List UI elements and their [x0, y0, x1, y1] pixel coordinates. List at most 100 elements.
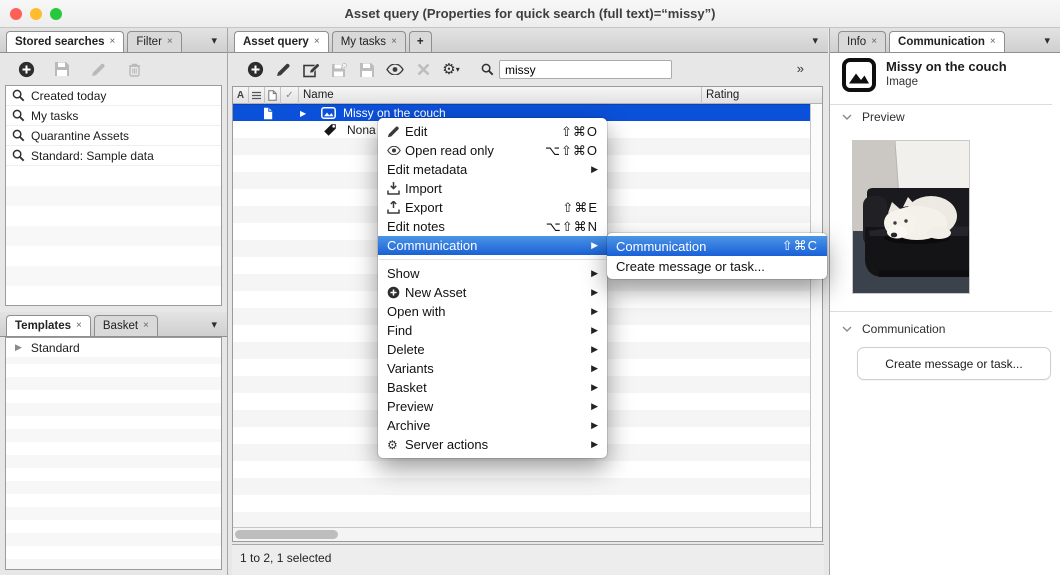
- view-button[interactable]: [383, 58, 407, 82]
- asset-preview-image[interactable]: [852, 140, 970, 294]
- tab-label: Filter: [136, 36, 162, 48]
- tab-filter[interactable]: Filter ×: [127, 31, 181, 52]
- tab-templates[interactable]: Templates ×: [6, 315, 91, 336]
- new-asset-button[interactable]: [243, 58, 267, 82]
- menu-item-edit[interactable]: Edit ⇧⌘O: [378, 122, 607, 141]
- menu-item-new-asset[interactable]: New Asset ▶: [378, 283, 607, 302]
- close-tab-icon[interactable]: ×: [871, 37, 877, 47]
- disclosure-triangle-icon[interactable]: ▶: [15, 342, 22, 353]
- zoom-window-button[interactable]: [50, 8, 62, 20]
- tab-info[interactable]: Info ×: [838, 31, 886, 52]
- trash-icon: [128, 62, 141, 77]
- menu-item-find[interactable]: Find ▶: [378, 321, 607, 340]
- menu-separator: [379, 259, 606, 260]
- delete-button[interactable]: [411, 58, 435, 82]
- menu-item-open-with[interactable]: Open with ▶: [378, 302, 607, 321]
- close-tab-icon[interactable]: ×: [143, 321, 149, 331]
- tag-icon: [323, 123, 337, 137]
- save-search-button[interactable]: [50, 57, 74, 81]
- close-tab-icon[interactable]: ×: [990, 37, 996, 47]
- menu-item-server-actions[interactable]: ⚙ Server actions ▶: [378, 435, 607, 454]
- add-search-button[interactable]: [14, 57, 38, 81]
- save-button[interactable]: [355, 58, 379, 82]
- column-checkmark-icon[interactable]: ✓: [281, 87, 299, 104]
- pencil-icon: [91, 62, 106, 77]
- plus-icon: +: [417, 36, 424, 48]
- search-icon: [12, 129, 25, 142]
- close-tab-icon[interactable]: ×: [110, 37, 116, 47]
- close-window-button[interactable]: [10, 8, 22, 20]
- new-tab-button[interactable]: +: [409, 31, 432, 52]
- submenu-item-create-message[interactable]: Create message or task...: [607, 256, 827, 276]
- menu-item-edit-metadata[interactable]: Edit metadata ▶: [378, 160, 607, 179]
- chevron-down-icon[interactable]: ▾: [211, 318, 217, 331]
- tab-communication[interactable]: Communication ×: [889, 31, 1005, 52]
- menu-item-delete[interactable]: Delete ▶: [378, 340, 607, 359]
- vertical-scrollbar[interactable]: [810, 104, 822, 527]
- menu-item-export[interactable]: Export ⇧⌘E: [378, 198, 607, 217]
- chevron-down-icon[interactable]: ▾: [1044, 34, 1050, 47]
- menu-item-variants[interactable]: Variants ▶: [378, 359, 607, 378]
- gear-icon: ⚙: [442, 62, 455, 77]
- preview-section-header[interactable]: Preview: [842, 110, 905, 124]
- menu-item-archive[interactable]: Archive ▶: [378, 416, 607, 435]
- edit-button[interactable]: [271, 58, 295, 82]
- divider: [830, 104, 1052, 105]
- actions-button[interactable]: ⚙▾: [439, 58, 463, 82]
- menu-item-communication[interactable]: Communication ▶: [378, 236, 607, 255]
- quick-search-input[interactable]: [499, 60, 672, 79]
- save-version-button[interactable]: [327, 58, 351, 82]
- stored-search-item[interactable]: Created today: [6, 86, 221, 106]
- close-tab-icon[interactable]: ×: [391, 37, 397, 47]
- chevron-down-icon[interactable]: ▾: [211, 34, 217, 47]
- app-window: Asset query (Properties for quick search…: [0, 0, 1060, 575]
- submenu-item-communication[interactable]: Communication ⇧⌘C: [607, 236, 827, 256]
- edit-metadata-button[interactable]: [299, 58, 323, 82]
- stored-search-item[interactable]: Quarantine Assets: [6, 126, 221, 146]
- column-name[interactable]: Name: [299, 89, 701, 101]
- create-message-button[interactable]: Create message or task...: [857, 347, 1051, 380]
- plus-circle-icon: [18, 61, 35, 78]
- menu-item-basket[interactable]: Basket ▶: [378, 378, 607, 397]
- divider: [830, 311, 1052, 312]
- quick-search: [481, 60, 672, 79]
- menu-item-show[interactable]: Show ▶: [378, 264, 607, 283]
- menu-item-import[interactable]: Import: [378, 179, 607, 198]
- minimize-window-button[interactable]: [30, 8, 42, 20]
- communication-section-header[interactable]: Communication: [842, 322, 945, 336]
- tab-asset-query[interactable]: Asset query ×: [234, 31, 329, 52]
- tab-label: My tasks: [341, 36, 386, 48]
- stored-search-item[interactable]: Standard: Sample data: [6, 146, 221, 166]
- delete-search-button[interactable]: [122, 57, 146, 81]
- search-icon: [481, 63, 494, 76]
- tab-label: Stored searches: [15, 36, 105, 48]
- column-list-icon[interactable]: [249, 87, 265, 104]
- status-bar: 1 to 2, 1 selected: [232, 544, 824, 575]
- expand-triangle-icon[interactable]: ▶: [300, 109, 306, 118]
- template-item[interactable]: ▶ Standard: [6, 338, 221, 357]
- submenu-arrow-icon: ▶: [591, 268, 598, 279]
- menu-item-open-read-only[interactable]: Open read only ⌥⇧⌘O: [378, 141, 607, 160]
- scrollbar-thumb[interactable]: [235, 530, 338, 539]
- edit-search-button[interactable]: [86, 57, 110, 81]
- close-tab-icon[interactable]: ×: [314, 37, 320, 47]
- tab-stored-searches[interactable]: Stored searches ×: [6, 31, 124, 52]
- titlebar: Asset query (Properties for quick search…: [0, 0, 1060, 28]
- menu-item-preview[interactable]: Preview ▶: [378, 397, 607, 416]
- column-annotation-icon[interactable]: A: [233, 87, 249, 104]
- column-document-icon[interactable]: [265, 87, 281, 104]
- chevron-down-icon[interactable]: ▾: [812, 34, 818, 47]
- menu-item-edit-notes[interactable]: Edit notes ⌥⇧⌘N: [378, 217, 607, 236]
- toolbar-overflow-chevron[interactable]: »: [797, 61, 804, 76]
- column-rating[interactable]: Rating: [701, 87, 822, 104]
- submenu-arrow-icon: ▶: [591, 439, 598, 450]
- stored-search-item[interactable]: My tasks: [6, 106, 221, 126]
- tab-label: Asset query: [243, 36, 309, 48]
- close-tab-icon[interactable]: ×: [167, 37, 173, 47]
- pencil-icon: [276, 62, 291, 77]
- dog-on-couch-photo: [853, 141, 969, 293]
- close-tab-icon[interactable]: ×: [76, 321, 82, 331]
- horizontal-scrollbar[interactable]: [233, 527, 822, 541]
- tab-basket[interactable]: Basket ×: [94, 315, 158, 336]
- tab-my-tasks[interactable]: My tasks ×: [332, 31, 406, 52]
